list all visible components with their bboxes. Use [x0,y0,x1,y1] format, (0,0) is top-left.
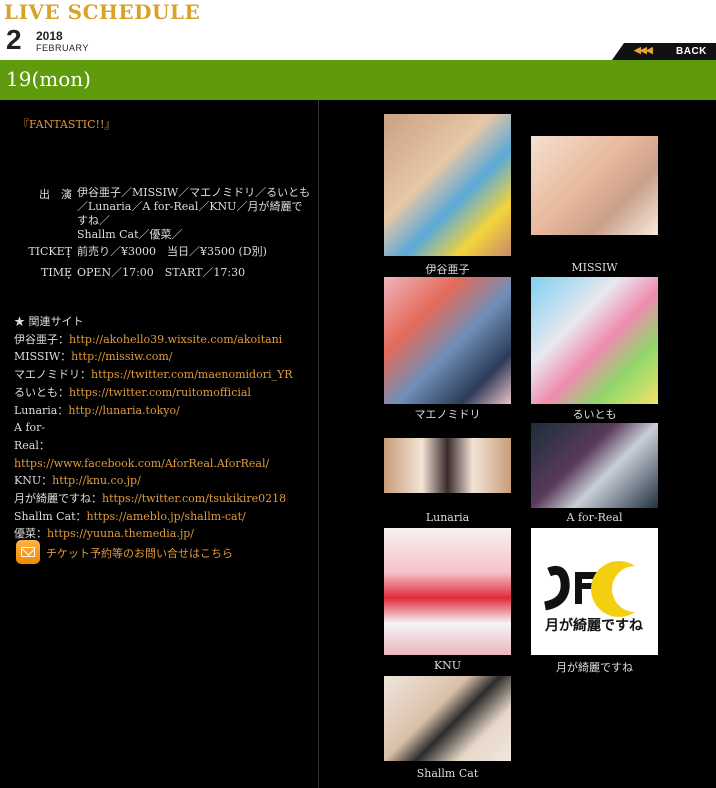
artist-photo [384,114,511,256]
ticket-value: 前売り／¥3000 当日／¥3500 (D別) [77,245,267,258]
artist-name: MISSIW [571,261,618,274]
link-item: A for-Real：https://www.facebook.com/Afor… [14,421,270,470]
tsukigakireidesune-logo: 月が綺麗ですね [543,561,643,634]
artist-photo [531,136,658,235]
artist-photo [384,676,511,761]
contact-text: チケット予約等のお問い合せはこちら [46,547,233,560]
link-item: 月が綺麗ですね：https://twitter.com/tsukikire021… [14,492,287,506]
link-item: 伊谷亜子：http://akohello39.wixsite.com/akoit… [14,332,283,346]
svg-text:月が綺麗ですね: 月が綺麗ですね [544,617,643,634]
artist-name: 伊谷亜子 [425,263,470,276]
event-day: 19(mon) [6,67,91,91]
mail-icon [16,540,40,564]
colon: ： [66,247,77,260]
link-item: Shallm Cat：https://ameblo.jp/shallm-cat/ [14,509,246,523]
link-url[interactable]: https://ameblo.jp/shallm-cat/ [87,510,246,523]
artist-name: 月が綺麗ですね [556,661,633,674]
artist-name: るいとも [572,408,617,421]
link-url[interactable]: https://twitter.com/ruitomofficial [69,386,251,399]
back-button[interactable]: ◀◀◀ BACK [612,43,716,60]
artist-name: A for-Real [566,511,623,524]
date-month: FEBRUARY [36,43,89,53]
date-year: 2018 [36,29,63,43]
link-url[interactable]: http://akohello39.wixsite.com/akoitani [69,333,282,346]
back-label: BACK [676,46,707,57]
link-item: MISSIW：http://missiw.com/ [14,350,173,364]
time-value: OPEN／17:00 START／17:30 [77,266,246,279]
time-label: TIME [41,266,72,279]
sites-heading: ★ 関連サイト [14,315,84,328]
artist-name: Shallm Cat [416,767,479,780]
link-url[interactable]: https://www.facebook.com/AforReal.AforRe… [14,457,269,470]
link-item: KNU：http://knu.co.jp/ [14,474,141,488]
link-item: Lunaria：http://lunaria.tokyo/ [14,403,180,417]
performers-value: 伊谷亜子／MISSIW／マエノミドリ／るいとも ／Lunaria／A for-R… [77,186,313,242]
artist-photo [531,423,658,508]
link-item: 優菜：https://yuuna.themedia.jp/ [14,527,194,541]
back-arrows-icon: ◀◀◀ [634,45,653,55]
link-url[interactable]: http://missiw.com/ [71,350,172,363]
artist-photo: 月が綺麗ですね [531,528,658,655]
page-title: LIVE SCHEDULE [4,0,201,24]
performers-line: Shallm Cat／優菜／ [77,228,183,241]
colon: ： [66,188,77,201]
link-url[interactable]: http://knu.co.jp/ [52,474,141,487]
artist-photo [384,277,511,404]
date-day: 2 [6,24,22,55]
performers-label: 出 演 [39,188,72,201]
performers-line: ／Lunaria／A for-Real／KNU／月が綺麗ですね／ [77,200,303,227]
related-links: ★ 関連サイト 伊谷亜子：http://akohello39.wixsite.c… [14,313,314,543]
link-item: マエノミドリ：https://twitter.com/maenomidori_Y… [14,368,293,382]
link-url[interactable]: https://twitter.com/tsukikire0218 [102,492,286,505]
artist-name: KNU [433,659,462,672]
link-item: るいとも：https://twitter.com/ruitomofficial [14,385,251,399]
artist-photo [384,438,511,493]
ticket-label: TICKET [28,245,72,258]
link-url[interactable]: http://lunaria.tokyo/ [68,404,179,417]
artist-name: Lunaria [425,511,470,524]
column-divider [318,100,319,788]
page-header: LIVE SCHEDULE 2 2018 FEBRUARY ◀◀◀ BACK [0,0,716,60]
link-url[interactable]: https://twitter.com/maenomidori_YR [91,368,293,381]
artist-photo [531,277,658,404]
artist-photo [384,528,511,655]
colon: ： [66,268,77,281]
day-bar: 19(mon) [0,60,716,100]
link-url[interactable]: https://yuuna.themedia.jp/ [47,527,194,540]
artist-name: マエノミドリ [414,408,481,421]
event-details: 『FANTASTIC!!』 出 演 ： 伊谷亜子／MISSIW／マエノミドリ／る… [0,100,318,788]
event-title: 『FANTASTIC!!』 [18,118,116,131]
performers-line: 伊谷亜子／MISSIW／マエノミドリ／るいとも [77,186,311,199]
